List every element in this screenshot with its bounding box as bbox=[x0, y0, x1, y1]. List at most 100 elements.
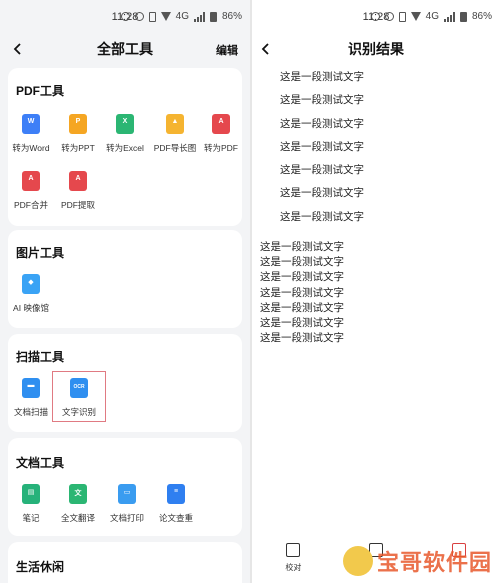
vibrate-icon bbox=[148, 11, 156, 22]
tool-label: PDF提取 bbox=[60, 200, 95, 210]
ocr-result-block-2: 这是一段测试文字 这是一段测试文字 这是一段测试文字 这是一段测试文字 这是一段… bbox=[260, 240, 344, 346]
network-type: 4G bbox=[175, 11, 189, 22]
section-title-scan: 扫描工具 bbox=[16, 350, 65, 364]
section-title-life: 生活休闲 bbox=[16, 560, 65, 574]
result-line: 这是一段测试文字 bbox=[260, 301, 344, 314]
tool-to-excel[interactable]: X 转为Excel bbox=[100, 114, 150, 154]
battery-level: 86% bbox=[471, 11, 492, 22]
result-line: 这是一段测试文字 bbox=[280, 164, 364, 177]
result-line: 这是一段测试文字 bbox=[280, 140, 364, 153]
life-tools-card: 生活休闲 bbox=[8, 542, 242, 583]
battery-icon bbox=[459, 11, 467, 22]
back-arrow-icon[interactable] bbox=[258, 41, 274, 57]
status-bar: 11:28 4G 86% bbox=[252, 0, 500, 34]
tool-label: AI 映像馆 bbox=[13, 303, 49, 313]
proofread-label: 校对 bbox=[285, 563, 302, 572]
eye-icon bbox=[384, 12, 394, 21]
battery-level: 86% bbox=[221, 11, 242, 22]
long-image-icon: ▲ bbox=[166, 114, 184, 134]
tool-doc-scan[interactable]: ▬ 文档扫描 bbox=[6, 378, 56, 418]
tool-translate[interactable]: 文 全文翻译 bbox=[53, 484, 103, 524]
note-icon: ▤ bbox=[22, 484, 40, 504]
result-line: 这是一段测试文字 bbox=[260, 241, 344, 253]
eye-icon bbox=[134, 12, 144, 21]
status-icons: 4G 86% bbox=[370, 11, 492, 22]
tool-pdf-long-image[interactable]: ▲ PDF导长图 bbox=[150, 114, 200, 154]
proofread-button[interactable]: 校对 bbox=[252, 539, 335, 583]
result-line: 这是一段测试文字 bbox=[260, 271, 344, 284]
tool-label: 全文翻译 bbox=[60, 513, 95, 523]
tool-to-word[interactable]: W 转为Word bbox=[6, 114, 56, 154]
ppt-icon: P bbox=[69, 114, 87, 134]
tool-label: 转为PDF bbox=[203, 143, 238, 153]
nav-bar: 全部工具 编辑 bbox=[0, 34, 250, 64]
tool-paper-check[interactable]: ≡ 论文查重 bbox=[151, 484, 201, 524]
tool-pdf-extract[interactable]: A PDF提取 bbox=[53, 171, 103, 211]
recognition-result-screen: 11:28 4G 86% 识别结果 这是一段测试文字 这是一段测试文字 这是一段… bbox=[252, 0, 500, 583]
pdf-merge-icon: A bbox=[22, 171, 40, 191]
tool-label: 论文查重 bbox=[158, 513, 193, 523]
export-icon bbox=[451, 543, 466, 557]
tool-label: 文档扫描 bbox=[13, 407, 48, 417]
result-line: 这是一段测试文字 bbox=[260, 286, 344, 299]
bottom-action-bar: 校对 bbox=[252, 539, 500, 583]
copy-button[interactable] bbox=[335, 539, 418, 583]
tool-ai-gallery[interactable]: ◆ AI 映像馆 bbox=[6, 274, 56, 314]
result-line: 这是一段测试文字 bbox=[280, 187, 364, 200]
scan-tools-card: 扫描工具 ▬ 文档扫描 OCR 文字识别 bbox=[8, 334, 242, 432]
section-title-doc: 文档工具 bbox=[16, 456, 65, 470]
page-title: 识别结果 bbox=[348, 41, 404, 57]
section-title-pdf: PDF工具 bbox=[16, 84, 65, 98]
tool-pdf-merge[interactable]: A PDF合并 bbox=[6, 171, 56, 211]
tool-label: 转为PPT bbox=[61, 143, 95, 153]
status-icons: 4G 86% bbox=[120, 11, 242, 22]
excel-icon: X bbox=[116, 114, 134, 134]
tool-to-pdf[interactable]: A 转为PDF bbox=[196, 114, 246, 154]
tool-ocr[interactable]: OCR 文字识别 bbox=[52, 371, 106, 422]
section-title-image: 图片工具 bbox=[16, 246, 65, 260]
proofread-icon bbox=[286, 543, 301, 557]
word-icon: W bbox=[22, 114, 40, 134]
pdf-tools-card: PDF工具 W 转为Word P 转为PPT X 转为Excel ▲ PDF导长… bbox=[8, 68, 242, 226]
doc-tools-card: 文档工具 ▤ 笔记 文 全文翻译 ▭ 文档打印 ≡ 论文查重 bbox=[8, 438, 242, 536]
tool-note[interactable]: ▤ 笔记 bbox=[6, 484, 56, 524]
ocr-result-block-1: 这是一段测试文字 这是一段测试文字 这是一段测试文字 这是一段测试文字 这是一段… bbox=[280, 70, 364, 233]
tool-print[interactable]: ▭ 文档打印 bbox=[102, 484, 152, 524]
copy-icon bbox=[369, 543, 383, 557]
result-line: 这是一段测试文字 bbox=[260, 256, 344, 269]
doc-scan-icon: ▬ bbox=[22, 378, 40, 398]
pdf-icon: A bbox=[212, 114, 230, 134]
battery-icon bbox=[209, 11, 217, 22]
tool-to-ppt[interactable]: P 转为PPT bbox=[53, 114, 103, 154]
signal-icon bbox=[193, 11, 205, 22]
ai-gallery-icon: ◆ bbox=[22, 274, 40, 294]
tool-label: 文字识别 bbox=[61, 407, 96, 417]
page-title: 全部工具 bbox=[97, 41, 153, 57]
nav-bar: 识别结果 bbox=[252, 34, 500, 64]
result-line: 这是一段测试文字 bbox=[260, 316, 344, 329]
tool-label: 文档打印 bbox=[109, 513, 144, 523]
tool-label: PDF合并 bbox=[13, 200, 48, 210]
pdf-extract-icon: A bbox=[69, 171, 87, 191]
wifi-icon bbox=[160, 12, 171, 21]
export-button[interactable] bbox=[417, 539, 500, 583]
alarm-icon bbox=[370, 12, 380, 21]
paper-check-icon: ≡ bbox=[167, 484, 185, 504]
translate-icon: 文 bbox=[69, 484, 87, 504]
print-icon: ▭ bbox=[118, 484, 136, 504]
network-type: 4G bbox=[425, 11, 439, 22]
result-line: 这是一段测试文字 bbox=[280, 94, 364, 107]
back-arrow-icon[interactable] bbox=[10, 41, 26, 57]
result-line: 这是一段测试文字 bbox=[260, 332, 344, 345]
result-line: 这是一段测试文字 bbox=[280, 117, 364, 130]
image-tools-card: 图片工具 ◆ AI 映像馆 bbox=[8, 230, 242, 328]
alarm-icon bbox=[120, 12, 130, 21]
signal-icon bbox=[443, 11, 455, 22]
vibrate-icon bbox=[398, 11, 406, 22]
tool-label: 笔记 bbox=[22, 513, 40, 523]
status-bar: 11:28 4G 86% bbox=[0, 0, 250, 34]
edit-button[interactable]: 编辑 bbox=[216, 42, 238, 58]
wifi-icon bbox=[410, 12, 421, 21]
all-tools-screen: 11:28 4G 86% 全部工具 编辑 PDF工具 W 转为Word P 转为… bbox=[0, 0, 250, 583]
tool-label: PDF导长图 bbox=[153, 143, 197, 153]
